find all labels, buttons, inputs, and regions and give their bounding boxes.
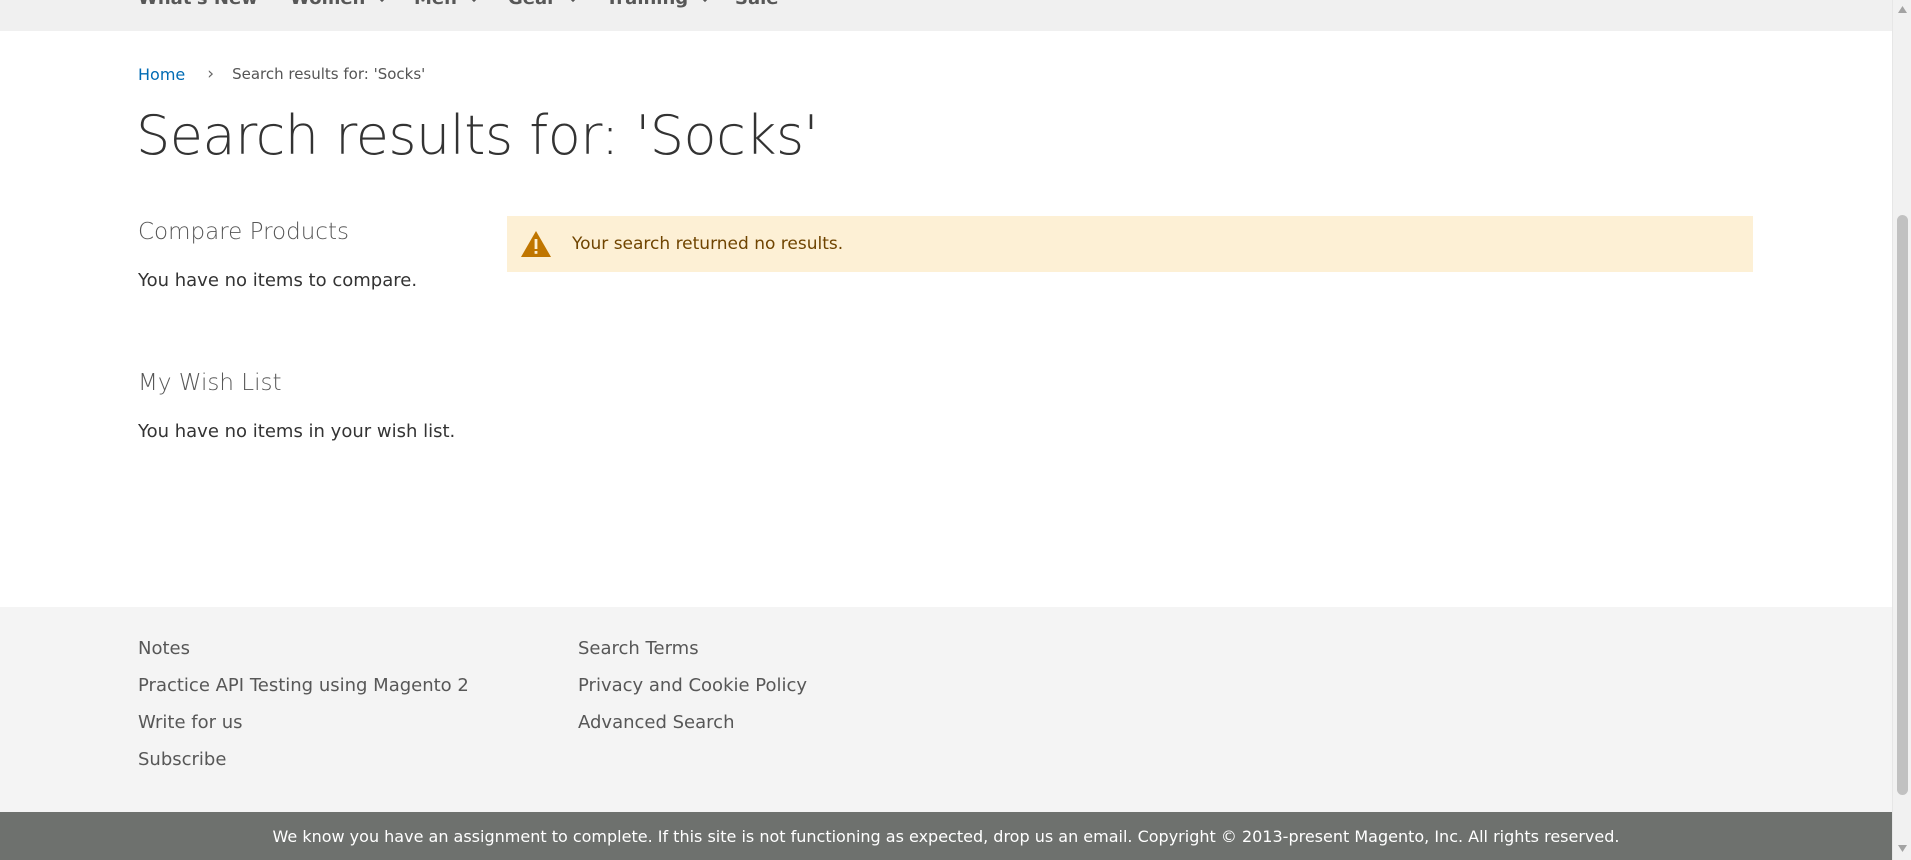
nav-item-label: Sale — [735, 0, 779, 9]
footer-links-col-1: Notes Practice API Testing using Magento… — [138, 637, 469, 772]
footer-link-practice-api[interactable]: Practice API Testing using Magento 2 — [138, 674, 469, 698]
scrollbar-thumb[interactable] — [1897, 215, 1908, 795]
footer-links-col-2: Search Terms Privacy and Cookie Policy A… — [578, 637, 807, 735]
chevron-down-icon — [472, 0, 476, 2]
wishlist-empty-text: You have no items in your wish list. — [138, 421, 456, 442]
scroll-down-arrow-icon[interactable] — [1897, 844, 1908, 853]
chevron-down-icon — [703, 0, 707, 2]
no-results-notice: Your search returned no results. — [507, 216, 1753, 272]
nav-item-whats-new[interactable]: What's New — [138, 0, 258, 9]
nav-item-label: Gear — [508, 0, 556, 9]
nav-item-label: Training — [606, 0, 688, 9]
breadcrumb-home-link[interactable]: Home — [138, 65, 185, 84]
copyright-text: We know you have an assignment to comple… — [272, 826, 1620, 846]
footer-link-privacy-policy[interactable]: Privacy and Cookie Policy — [578, 674, 807, 698]
nav-item-training[interactable]: Training — [606, 0, 712, 9]
top-navigation: What's New Women Men Gear Training Sale — [0, 0, 1892, 31]
compare-products-title: Compare Products — [138, 219, 349, 245]
footer-link-subscribe[interactable]: Subscribe — [138, 748, 469, 772]
footer-link-advanced-search[interactable]: Advanced Search — [578, 711, 807, 735]
nav-item-label: Women — [290, 0, 365, 9]
footer: Notes Practice API Testing using Magento… — [0, 607, 1892, 812]
copyright-bar: We know you have an assignment to comple… — [0, 812, 1892, 860]
nav-item-gear[interactable]: Gear — [508, 0, 580, 9]
breadcrumb-current: Search results for: 'Socks' — [232, 65, 426, 83]
chevron-down-icon — [380, 0, 384, 2]
nav-item-sale[interactable]: Sale — [735, 0, 779, 9]
scroll-up-arrow-icon[interactable] — [1897, 5, 1908, 14]
nav-item-label: Men — [414, 0, 457, 9]
chevron-down-icon — [571, 0, 575, 2]
warning-icon — [521, 231, 551, 257]
wishlist-block: My Wish List You have no items in your w… — [138, 370, 455, 442]
footer-link-search-terms[interactable]: Search Terms — [578, 637, 807, 661]
wishlist-title: My Wish List — [138, 370, 282, 396]
compare-products-block: Compare Products You have no items to co… — [138, 219, 417, 291]
notice-message: Your search returned no results. — [572, 234, 844, 254]
compare-products-empty-text: You have no items to compare. — [138, 270, 418, 291]
nav-item-label: What's New — [138, 0, 258, 9]
footer-link-write-for-us[interactable]: Write for us — [138, 711, 469, 735]
nav-item-men[interactable]: Men — [414, 0, 481, 9]
breadcrumb: Home › Search results for: 'Socks' — [138, 64, 425, 84]
page: What's New Women Men Gear Training Sale … — [0, 0, 1892, 860]
footer-link-notes[interactable]: Notes — [138, 637, 469, 661]
breadcrumb-separator: › — [207, 64, 215, 84]
page-title: Search results for: 'Socks' — [136, 104, 819, 167]
vertical-scrollbar[interactable] — [1892, 0, 1911, 860]
nav-item-women[interactable]: Women — [290, 0, 389, 9]
